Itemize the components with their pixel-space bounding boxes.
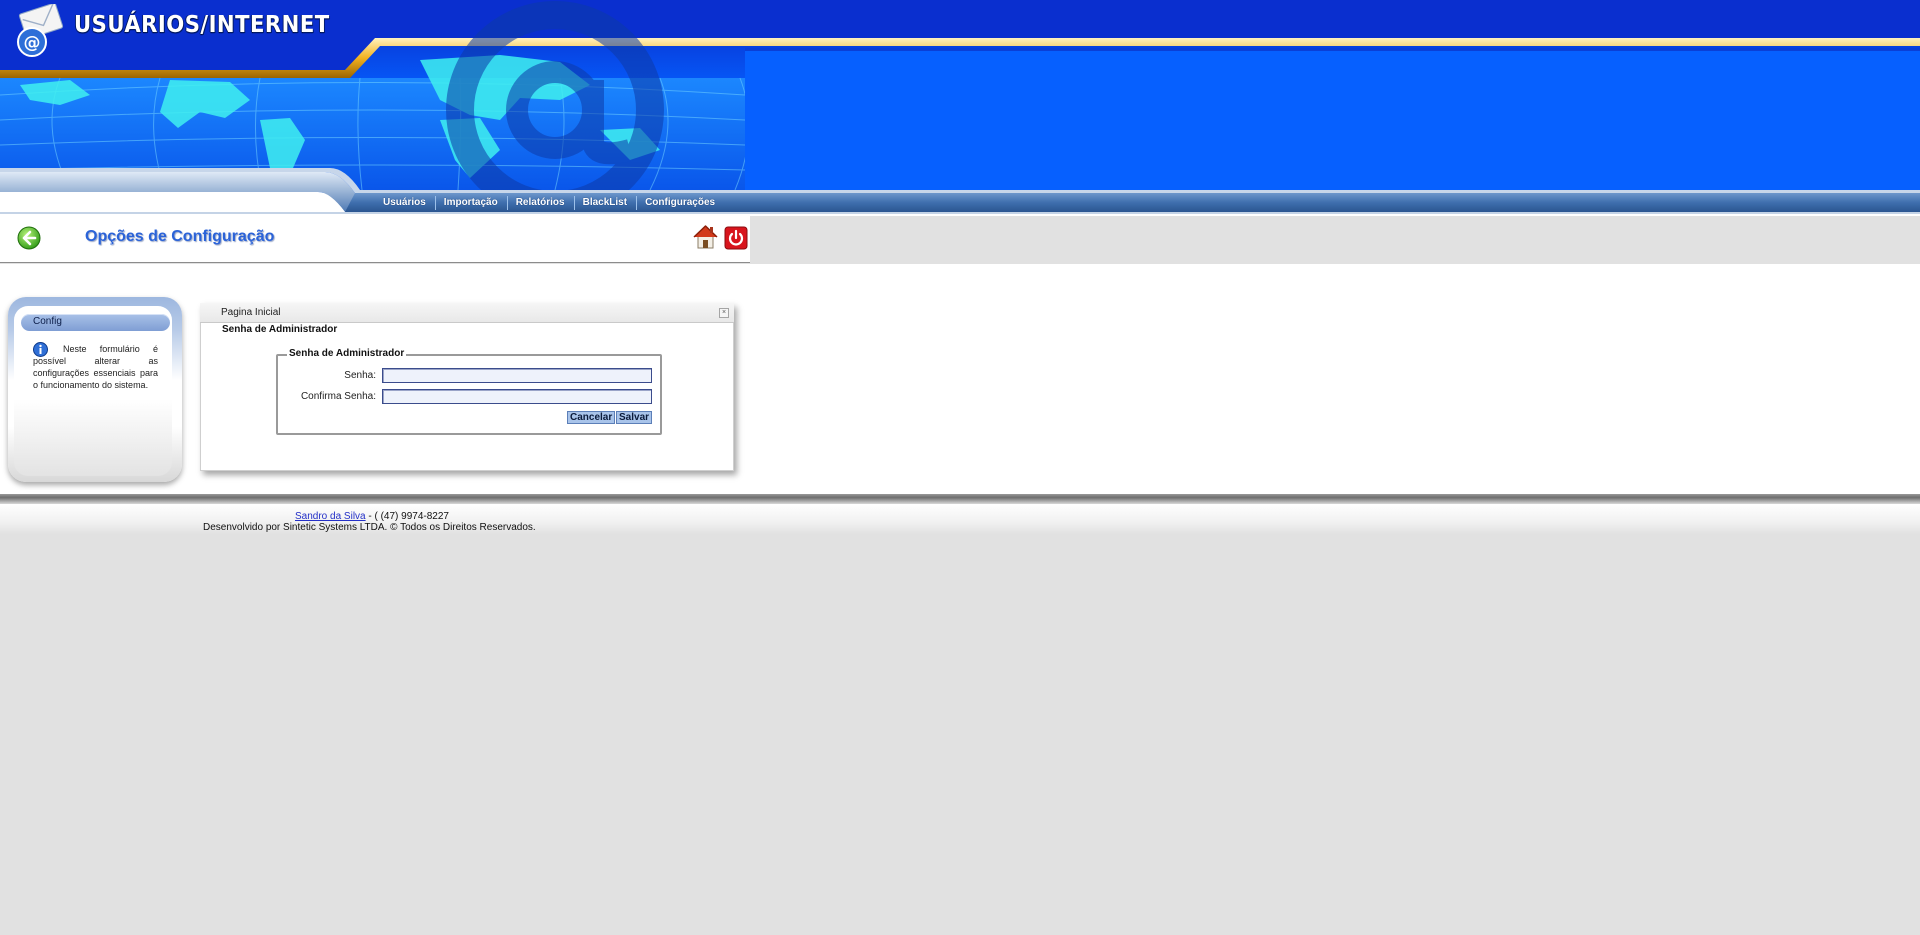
author-link[interactable]: Sandro da Silva [295, 511, 366, 522]
author-phone: - ( (47) 9974-8227 [365, 511, 449, 522]
tab-pagina-inicial[interactable]: Pagina Inicial [221, 307, 280, 318]
footer-divider [0, 494, 1920, 504]
footer-credits: Sandro da Silva - ( (47) 9974-8227 [295, 511, 449, 522]
envelope-at-icon: @ [17, 4, 64, 57]
sidebar-info-text: Neste formulário é possível alterar as c… [33, 344, 158, 390]
main-nav: Usuários Importação Relatórios BlackList… [0, 168, 1920, 216]
nav-item-configuracoes[interactable]: Configurações [637, 196, 724, 210]
confirma-senha-label: Confirma Senha: [300, 391, 376, 402]
confirma-senha-field[interactable] [382, 389, 652, 404]
senha-label: Senha: [344, 370, 376, 381]
panel-subtitle: Senha de Administrador [222, 324, 338, 335]
senha-field[interactable] [382, 368, 652, 383]
nav-item-importacao[interactable]: Importação [436, 196, 508, 210]
power-icon[interactable] [724, 226, 748, 250]
cancel-button[interactable]: Cancelar [567, 411, 616, 424]
sidebar-header-label: Config [33, 316, 62, 327]
footer-copyright: Desenvolvido por Sintetic Systems LTDA. … [203, 522, 536, 533]
close-icon[interactable]: × [719, 308, 729, 318]
config-sidebar-body [14, 306, 172, 476]
home-icon[interactable] [692, 224, 719, 250]
app-title: USUÁRIOS/INTERNET [74, 12, 330, 38]
back-arrow-icon[interactable] [17, 226, 41, 250]
nav-item-usuarios[interactable]: Usuários [375, 196, 436, 210]
nav-item-relatorios[interactable]: Relatórios [508, 196, 575, 210]
svg-text:@: @ [24, 33, 41, 53]
save-button[interactable]: Salvar [616, 411, 653, 424]
nav-item-blacklist[interactable]: BlackList [575, 196, 638, 210]
page-title: Opções de Configuração [85, 228, 275, 245]
fieldset-legend: Senha de Administrador [287, 348, 407, 359]
